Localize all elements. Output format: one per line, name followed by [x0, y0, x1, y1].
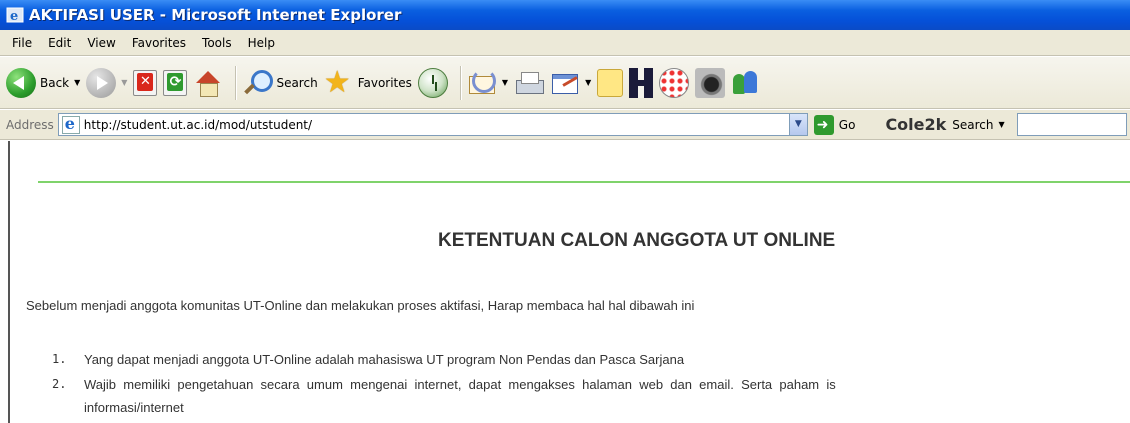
cole2k-dropdown-icon[interactable]: ▼ [999, 120, 1005, 129]
go-button[interactable]: Go [813, 114, 856, 135]
camera-button[interactable] [695, 67, 726, 98]
back-dropdown-icon[interactable]: ▼ [74, 78, 80, 87]
favorites-star-icon: ★ [323, 64, 351, 100]
address-url: http://student.ut.ac.id/mod/utstudent/ [83, 117, 313, 132]
cole2k-search-button[interactable]: Search [952, 118, 993, 132]
list-number: 2. [52, 377, 67, 391]
edit-button[interactable]: ▼ [550, 68, 591, 98]
mail-dropdown-icon[interactable]: ▼ [502, 78, 508, 87]
print-button[interactable] [514, 68, 545, 98]
page-icon [61, 114, 80, 134]
home-icon [193, 68, 223, 98]
back-icon [6, 67, 36, 98]
menu-bar: File Edit View Favorites Tools Help [0, 30, 1130, 56]
go-arrow-icon [813, 114, 834, 135]
search-icon [242, 68, 274, 98]
toolbar-separator [459, 65, 461, 100]
edit-icon [550, 68, 580, 98]
camera-icon [695, 67, 726, 98]
h-icon [629, 67, 654, 98]
messenger-button[interactable] [731, 68, 761, 98]
address-label: Address [6, 117, 54, 132]
refresh-icon [163, 69, 188, 96]
back-button[interactable]: Back ▼ [6, 67, 80, 98]
stop-button[interactable] [133, 69, 158, 96]
search-button[interactable]: Search [242, 68, 318, 98]
title-bar: e AKTIFASI USER - Microsoft Internet Exp… [0, 0, 1130, 30]
toolbar: Back ▼ ▼ Search ★ Favorites ▼ ▼ [0, 57, 1130, 109]
print-icon [514, 68, 545, 98]
page-content: KETENTUAN CALON ANGGOTA UT ONLINE Sebelu… [8, 141, 1130, 423]
mail-icon [467, 68, 497, 98]
address-bar: Address http://student.ut.ac.id/mod/utst… [0, 110, 1130, 140]
h-button[interactable] [629, 67, 654, 98]
ie-app-icon: e [6, 6, 24, 24]
mail-button[interactable]: ▼ [467, 68, 508, 98]
menu-tools[interactable]: Tools [194, 34, 240, 52]
favorites-button[interactable]: ★ Favorites [323, 64, 412, 100]
menu-edit[interactable]: Edit [40, 34, 79, 52]
forward-icon [86, 67, 117, 98]
intro-text: Sebelum menjadi anggota komunitas UT-Onl… [26, 298, 695, 313]
list-text: Yang dapat menjadi anggota UT-Online ada… [84, 352, 685, 367]
messenger-icon [731, 68, 761, 98]
menu-view[interactable]: View [79, 34, 123, 52]
cole2k-logo: Cole2k [885, 115, 947, 134]
address-input[interactable]: http://student.ut.ac.id/mod/utstudent/ ▼ [57, 113, 808, 136]
list-number: 1. [52, 352, 67, 366]
toolbar-separator [235, 65, 237, 100]
refresh-button[interactable] [163, 69, 188, 96]
menu-favorites[interactable]: Favorites [124, 34, 194, 52]
forward-dropdown-icon[interactable]: ▼ [121, 78, 127, 87]
svg-text:e: e [10, 9, 18, 24]
stop-icon [133, 69, 158, 96]
edit-dropdown-icon[interactable]: ▼ [585, 78, 591, 87]
menu-help[interactable]: Help [240, 34, 283, 52]
address-dropdown-icon[interactable]: ▼ [788, 114, 807, 135]
menu-file[interactable]: File [4, 34, 40, 52]
history-icon [417, 67, 448, 98]
home-button[interactable] [193, 68, 223, 98]
list-text: Wajib memiliki pengetahuan secara umum m… [84, 377, 836, 392]
cole2k-search-input[interactable] [1016, 113, 1127, 136]
go-label: Go [838, 117, 856, 132]
page-heading: KETENTUAN CALON ANGGOTA UT ONLINE [438, 230, 836, 251]
note-button[interactable] [597, 68, 624, 97]
note-icon [597, 68, 624, 97]
favorites-label: Favorites [357, 75, 412, 90]
dots-icon [659, 67, 690, 98]
window-title: AKTIFASI USER - Microsoft Internet Explo… [29, 6, 402, 24]
header-divider [38, 181, 1130, 183]
forward-button[interactable]: ▼ [86, 67, 127, 98]
back-label: Back [40, 75, 70, 90]
search-label: Search [276, 75, 318, 90]
history-button[interactable] [417, 67, 448, 98]
list-text: informasi/internet [84, 400, 184, 415]
dots-button[interactable] [659, 67, 690, 98]
